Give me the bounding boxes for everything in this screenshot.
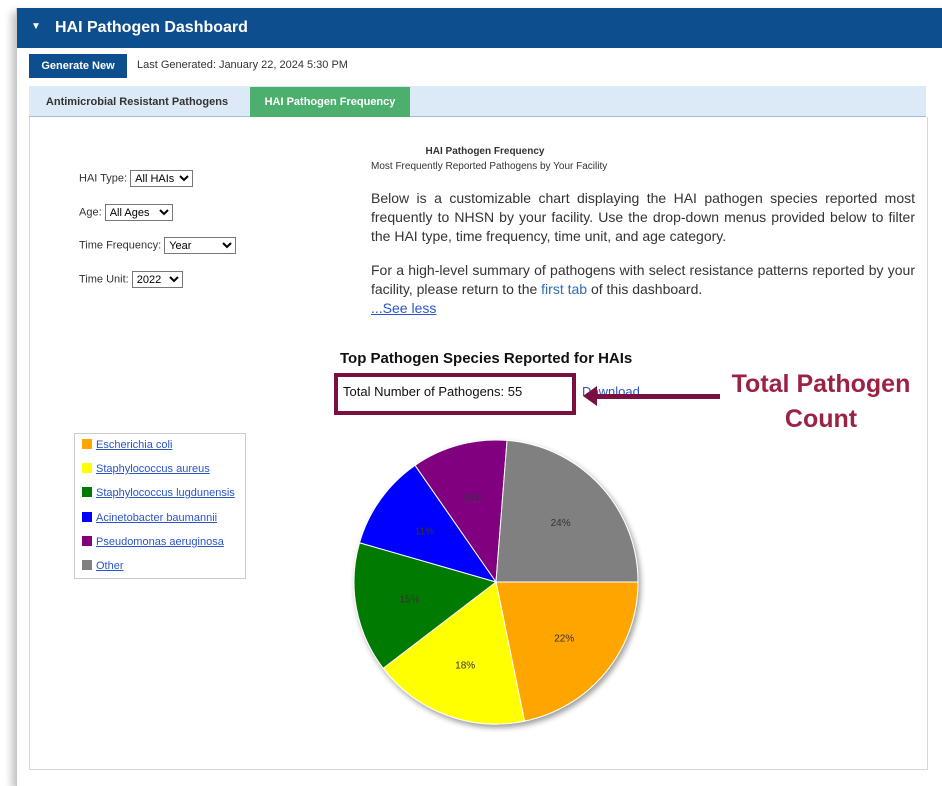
panel-description-return: For a high-level summary of pathogens wi… <box>371 261 915 318</box>
chart-title: Top Pathogen Species Reported for HAIs <box>340 350 633 367</box>
hai-type-select[interactable]: All HAIs <box>130 170 194 187</box>
age-filter: Age: All Ages <box>79 204 173 221</box>
legend-item-acinetobacter-baumannii[interactable]: Acinetobacter baumannii <box>82 512 217 524</box>
pie-slice-other[interactable] <box>495 439 639 583</box>
legend-item-pseudomonas-aeruginosa[interactable]: Pseudomonas aeruginosa <box>82 536 224 548</box>
legend-item-staphylococcus-aureus[interactable]: Staphylococcus aureus <box>82 463 210 475</box>
time-frequency-select[interactable]: Year <box>164 237 237 254</box>
legend-item-staphylococcus-lugdunensis[interactable]: Staphylococcus lugdunensis <box>82 487 235 499</box>
pie-slice-label: 22% <box>554 634 574 645</box>
legend-label[interactable]: Pseudomonas aeruginosa <box>96 536 224 548</box>
callout-arrow-line <box>596 394 720 399</box>
time-frequency-filter: Time Frequency: Year <box>79 237 237 254</box>
dashboard-title: HAI Pathogen Dashboard <box>55 19 248 36</box>
description-text-after: of this dashboard. <box>590 281 703 297</box>
hai-type-label: HAI Type: <box>79 172 128 185</box>
panel-subheading: Most Frequently Reported Pathogens by Yo… <box>371 161 608 172</box>
legend-label[interactable]: Other <box>96 560 124 572</box>
hai-type-filter: HAI Type: All HAIs <box>79 170 194 187</box>
legend-label[interactable]: Acinetobacter baumannii <box>96 512 217 524</box>
chart-legend: Escherichia coli Staphylococcus aureus S… <box>74 433 246 579</box>
pie-slice-label: 15% <box>399 594 419 605</box>
legend-swatch <box>82 512 92 522</box>
callout-line-1: Total Pathogen <box>731 370 911 398</box>
first-tab-link[interactable]: first tab <box>541 281 587 297</box>
legend-label[interactable]: Staphylococcus lugdunensis <box>96 487 235 499</box>
legend-swatch <box>82 463 92 473</box>
pie-slice-label: 18% <box>455 660 475 671</box>
total-pathogens-count: Total Number of Pathogens: 55 <box>343 384 523 399</box>
legend-label[interactable]: Escherichia coli <box>96 439 172 451</box>
tab-hai-pathogen-frequency[interactable]: HAI Pathogen Frequency <box>250 87 410 117</box>
collapse-chevron-icon[interactable]: ▼ <box>31 21 41 32</box>
legend-swatch <box>82 536 92 546</box>
pathogen-pie-chart: 22% 18% 15% 11% 11% 24% <box>353 439 639 725</box>
age-select[interactable]: All Ages <box>104 204 173 221</box>
tab-antimicrobial-resistant-pathogens[interactable]: Antimicrobial Resistant Pathogens <box>32 88 242 116</box>
pie-slice-label: 11% <box>463 493 482 504</box>
time-unit-filter: Time Unit: 2022 <box>79 271 183 288</box>
legend-swatch <box>82 439 92 449</box>
panel-heading: HAI Pathogen Frequency <box>425 146 545 157</box>
see-less-link[interactable]: ...See less <box>371 300 436 316</box>
tab-bar: Antimicrobial Resistant Pathogens HAI Pa… <box>29 86 926 117</box>
pie-slice-label: 11% <box>415 527 434 538</box>
time-unit-select[interactable]: 2022 <box>131 271 183 288</box>
last-generated-text: Last Generated: January 22, 2024 5:30 PM <box>137 59 348 71</box>
time-unit-label: Time Unit: <box>79 273 129 286</box>
legend-swatch <box>82 560 92 570</box>
panel-description: Below is a customizable chart displaying… <box>371 190 915 244</box>
legend-swatch <box>82 487 92 497</box>
callout-line-2: Count <box>784 405 858 433</box>
dashboard-header[interactable]: ▼ HAI Pathogen Dashboard <box>17 8 942 48</box>
time-frequency-label: Time Frequency: <box>79 239 162 252</box>
generate-new-button[interactable]: Generate New <box>29 54 127 78</box>
total-pathogen-callout: Total Pathogen Count <box>716 367 926 437</box>
age-label: Age: <box>79 206 102 219</box>
legend-item-escherichia-coli[interactable]: Escherichia coli <box>82 439 172 451</box>
callout-arrow-icon <box>583 386 597 406</box>
pie-slice-label: 24% <box>551 518 571 529</box>
legend-item-other[interactable]: Other <box>82 560 124 572</box>
legend-label[interactable]: Staphylococcus aureus <box>96 463 210 475</box>
